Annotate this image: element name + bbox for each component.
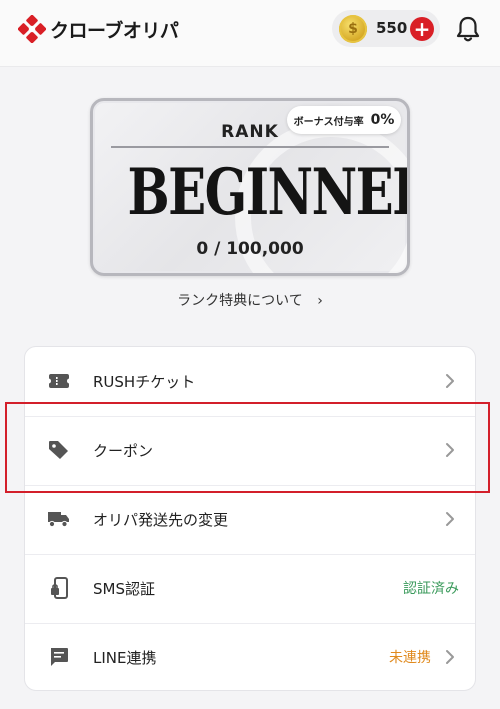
- add-coins-button[interactable]: +: [410, 17, 434, 41]
- rank-progress: 0 / 100,000: [196, 239, 304, 259]
- coin-icon: $: [339, 15, 367, 43]
- chat-icon: [47, 645, 71, 669]
- menu-item-label: RUSHチケット: [93, 373, 196, 391]
- brand-name: クローブオリパ: [50, 19, 179, 42]
- chevron-right-icon: [446, 374, 454, 388]
- rank-divider: [111, 146, 389, 148]
- bonus-rate-badge: ボーナス付与率 0%: [287, 106, 401, 134]
- chevron-right-icon: [446, 512, 454, 526]
- chevron-right-icon: ›: [317, 293, 323, 309]
- bonus-rate-label: ボーナス付与率: [293, 116, 364, 128]
- rank-benefits-link[interactable]: ランク特典について ›: [0, 290, 500, 310]
- phone-lock-icon: [47, 576, 71, 600]
- app-header: クローブオリパ $ 550 +: [0, 0, 500, 66]
- menu-item-label: LINE連携: [93, 649, 157, 667]
- bell-icon[interactable]: [455, 15, 481, 43]
- rank-name: BEGINNER: [127, 155, 410, 230]
- rank-benefits-label: ランク特典について: [177, 293, 303, 309]
- ticket-icon: [47, 369, 71, 393]
- menu-item-line-link[interactable]: LINE連携 未連携: [25, 623, 475, 690]
- highlight-box: [5, 402, 490, 493]
- bonus-rate-value: 0%: [370, 112, 395, 128]
- menu-item-shipping-address[interactable]: オリパ発送先の変更: [25, 485, 475, 555]
- verification-status: 認証済み: [403, 581, 459, 597]
- menu-item-label: SMS認証: [93, 580, 155, 598]
- clover-logo-icon: [18, 15, 46, 43]
- settings-menu: RUSHチケット クーポン オリパ発送先の変更 SMS認証 認証済み LINE連…: [24, 346, 476, 691]
- menu-item-sms-verification[interactable]: SMS認証 認証済み: [25, 554, 475, 624]
- menu-item-label: オリパ発送先の変更: [93, 511, 229, 529]
- brand-logo[interactable]: クローブオリパ: [18, 12, 179, 46]
- link-status: 未連携: [389, 650, 431, 666]
- chevron-right-icon: [446, 650, 454, 664]
- truck-icon: [47, 507, 71, 531]
- coin-count: 550: [376, 19, 408, 37]
- coin-balance[interactable]: $ 550 +: [332, 10, 440, 47]
